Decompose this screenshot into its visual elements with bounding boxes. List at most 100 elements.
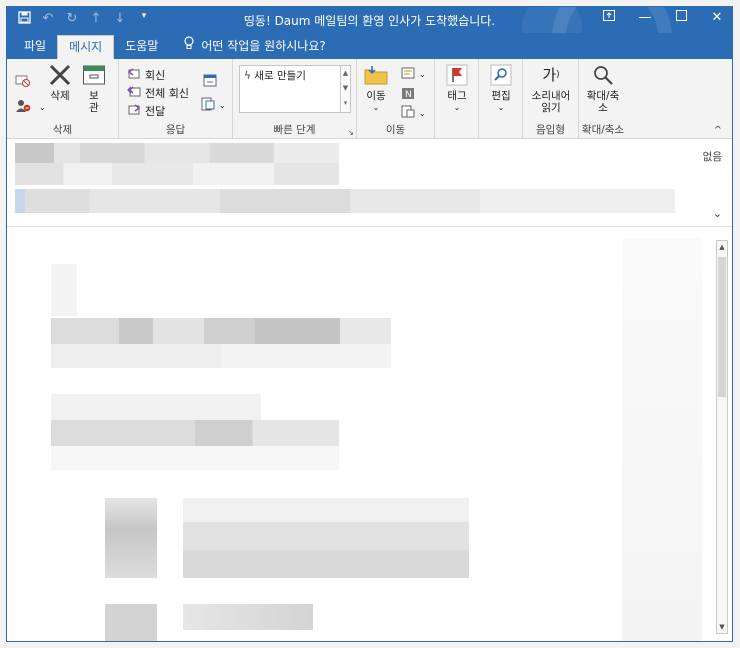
tags-label: 태그: [447, 90, 467, 102]
meeting-reply-button[interactable]: [203, 73, 217, 90]
delete-label: 삭제: [50, 90, 70, 102]
delete-group-label: 삭제: [52, 124, 73, 136]
body-blur-10: [183, 604, 313, 630]
junk-person-icon: [15, 99, 35, 116]
tags-button[interactable]: 태그 ⌄: [444, 63, 470, 114]
archive-icon: [81, 63, 107, 87]
chevron-down-icon: ⌄: [453, 103, 461, 112]
actions-button[interactable]: ⌄: [401, 105, 426, 121]
tell-me-box[interactable]: 어떤 작업을 원하시나요?: [169, 35, 326, 59]
rules-button[interactable]: ⌄: [401, 67, 426, 82]
ignore-icon: [15, 73, 31, 90]
lightbulb-icon: [183, 35, 195, 59]
actions-icon: [401, 105, 415, 121]
move-button[interactable]: 이동 ⌄: [363, 63, 389, 114]
attachment-marker: [15, 189, 25, 213]
chevron-down-icon: ⌄: [419, 70, 426, 79]
zoom-group-label: 확대/축소: [581, 124, 625, 136]
read-aloud-button[interactable]: 가) 소리내어 읽기: [527, 63, 575, 115]
body-blur-4: [51, 394, 261, 420]
reply-all-label: 전체 회신: [145, 87, 189, 100]
move-label: 이동: [366, 90, 386, 102]
reply-all-button[interactable]: 전체 회신: [127, 85, 189, 101]
move-group-label: 이동: [385, 124, 406, 136]
respond-group-label: 응답: [165, 124, 186, 136]
onenote-button[interactable]: N: [401, 87, 415, 103]
svg-text:N: N: [405, 90, 412, 100]
forward-icon: [127, 103, 141, 119]
ribbon-tab-bar: 파일 메시지 도움말 어떤 작업을 원하시나요?: [7, 33, 732, 59]
edit-button[interactable]: 편집 ⌄: [488, 63, 514, 114]
read-aloud-glyph: 가: [542, 66, 557, 84]
ribbon-display-icon[interactable]: [602, 10, 616, 25]
magnifier-icon: [590, 63, 616, 87]
collapse-ribbon-icon[interactable]: ^: [714, 125, 722, 136]
body-blur-5: [51, 420, 339, 446]
tags-group: 태그 ⌄: [435, 59, 479, 139]
close-icon[interactable]: ✕: [710, 10, 724, 25]
dialog-launcher-icon[interactable]: ↘: [347, 128, 354, 137]
zoom-group: 확대/축소 확대/축소: [579, 59, 627, 139]
maximize-icon[interactable]: [674, 10, 688, 25]
message-body: [7, 228, 714, 641]
archive-label: 보관: [89, 90, 99, 114]
window-controls: — ✕: [602, 10, 724, 25]
tab-help[interactable]: 도움말: [114, 35, 169, 59]
tab-file[interactable]: 파일: [13, 35, 57, 59]
forward-label: 전달: [145, 105, 166, 118]
onenote-icon: N: [401, 87, 415, 103]
quick-step-new[interactable]: 새로 만들기: [254, 70, 306, 82]
tab-message[interactable]: 메시지: [57, 35, 115, 59]
header-info: 없음: [702, 151, 722, 163]
more-respond-button[interactable]: ⌄: [201, 97, 226, 114]
outlook-message-window: ↶ ↻ ↑ ↓ ▾ 띵동! Daum 메일팀의 환영 인사가 도착했습니다. —…: [6, 6, 733, 642]
body-blur-6: [51, 446, 339, 470]
delete-button[interactable]: 삭제: [47, 63, 73, 102]
body-blur-9: [105, 604, 157, 641]
expand-header-icon[interactable]: ⌄: [713, 207, 722, 220]
minimize-icon[interactable]: —: [638, 10, 652, 25]
scroll-up-icon[interactable]: ▲: [717, 241, 727, 253]
title-bar: ↶ ↻ ↑ ↓ ▾ 띵동! Daum 메일팀의 환영 인사가 도착했습니다. —…: [7, 7, 732, 97]
rules-icon: [401, 67, 415, 82]
chevron-down-icon: ⌄: [219, 101, 226, 110]
delete-x-icon: [47, 63, 73, 87]
speech-group-label: 음입형: [536, 124, 565, 136]
scroll-down-icon[interactable]: ▼: [717, 621, 727, 633]
chevron-down-icon: ⌄: [497, 103, 505, 112]
quick-steps-scroll[interactable]: ▲ ▼ ▾: [341, 65, 351, 113]
calendar-reply-icon: [203, 73, 217, 90]
move-folder-icon: [363, 63, 389, 87]
sender-blurred: [15, 143, 339, 163]
edit-label: 편집: [491, 90, 511, 102]
body-blur-7: [105, 498, 157, 578]
chevron-down-icon: ⌄: [372, 103, 380, 112]
forward-button[interactable]: 전달: [127, 103, 165, 119]
chevron-down-icon: ⌄: [39, 103, 46, 112]
junk-button[interactable]: ⌄: [15, 99, 46, 116]
move-group: 이동 ⌄ ⌄ N ⌄ 이동: [357, 59, 435, 139]
scroll-thumb[interactable]: [718, 257, 726, 397]
reply-all-icon: [127, 85, 141, 101]
reply-icon: [127, 67, 141, 83]
more-respond-icon: [201, 97, 215, 114]
vertical-scrollbar[interactable]: ▲ ▼: [716, 240, 728, 634]
read-aloud-icon: 가): [542, 66, 560, 84]
read-aloud-label: 소리내어 읽기: [531, 90, 571, 114]
body-side-blur: [622, 238, 702, 641]
zoom-button[interactable]: 확대/축소: [583, 63, 623, 114]
ignore-button[interactable]: [15, 73, 31, 90]
archive-button[interactable]: 보관: [81, 63, 107, 114]
ribbon: ⌄ 삭제 보관 삭제 회신 전체 회신 전달 ⌄ 응답 ϟ 새로 만들기 ▲ ▼…: [7, 59, 732, 139]
reply-button[interactable]: 회신: [127, 67, 165, 83]
speech-group: 가) 소리내어 읽기 음입형: [523, 59, 579, 139]
quick-steps-gallery[interactable]: ϟ 새로 만들기: [239, 65, 341, 113]
zoom-label: 확대/축소: [586, 90, 620, 114]
body-blur-1: [51, 264, 77, 316]
flag-icon: [444, 63, 470, 87]
chevron-down-icon: ⌄: [419, 108, 426, 118]
tell-me-label: 어떤 작업을 원하시나요?: [201, 39, 326, 53]
find-icon: [488, 63, 514, 87]
edit-group: 편집 ⌄: [479, 59, 523, 139]
body-blur-8: [183, 498, 469, 578]
